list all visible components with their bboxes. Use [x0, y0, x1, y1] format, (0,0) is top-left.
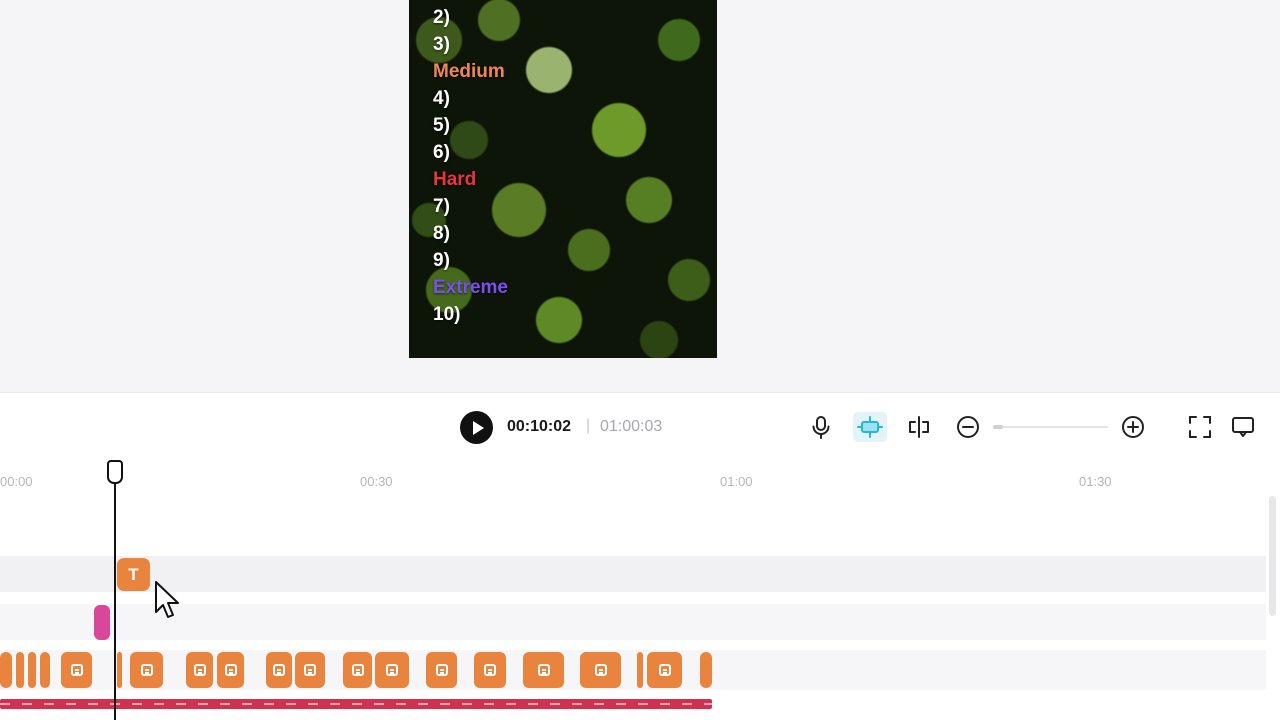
split-icon[interactable]: [906, 414, 932, 440]
zoom-slider[interactable]: [993, 426, 1108, 428]
video-clip[interactable]: [40, 652, 50, 688]
video-clip[interactable]: [647, 652, 682, 688]
list-item: 6): [433, 142, 450, 163]
video-text-overlay: 2) 3) Medium 4) 5) 6) Hard 7) 8) 9) Extr…: [433, 4, 508, 328]
play-button[interactable]: [460, 411, 493, 444]
caption-track-clip[interactable]: [0, 699, 712, 709]
list-item: 4): [433, 88, 450, 109]
video-clip[interactable]: [61, 652, 92, 688]
video-clip[interactable]: [0, 652, 12, 688]
clip-icon: [484, 664, 496, 676]
video-clip[interactable]: [375, 652, 409, 688]
clip-icon: [70, 664, 83, 676]
ruler-label: 00:30: [360, 474, 393, 489]
video-clip[interactable]: [700, 652, 712, 688]
video-clip[interactable]: [343, 652, 372, 688]
scene-detect-icon[interactable]: [853, 412, 887, 442]
time-separator: |: [586, 417, 591, 434]
text-clip[interactable]: T: [117, 558, 150, 591]
text-clip-label: T: [128, 564, 139, 584]
video-clip[interactable]: [426, 652, 457, 688]
text-track[interactable]: [0, 556, 1266, 592]
clip-icon: [304, 664, 316, 676]
audio-clip[interactable]: [94, 605, 110, 640]
video-clip[interactable]: [217, 652, 244, 688]
clip-icon: [386, 664, 398, 676]
list-item: 5): [433, 115, 450, 136]
clip-icon: [351, 664, 364, 676]
video-clip[interactable]: [295, 652, 325, 688]
clip-icon: [435, 664, 448, 676]
total-duration: 01:00:03: [600, 418, 663, 435]
clip-icon: [594, 664, 607, 676]
video-clip[interactable]: [474, 652, 506, 688]
clip-icon: [537, 664, 550, 676]
list-item: 9): [433, 250, 450, 271]
play-icon: [472, 420, 484, 435]
ruler-label: 01:00: [720, 474, 753, 489]
timeline-scrollbar[interactable]: [1269, 496, 1276, 616]
list-item: 8): [433, 223, 450, 244]
clip-icon: [193, 664, 206, 676]
audio-track[interactable]: [0, 604, 1266, 640]
list-item: 2): [433, 7, 450, 28]
list-item: 7): [433, 196, 450, 217]
microphone-icon[interactable]: [808, 414, 834, 440]
clip-icon: [273, 664, 285, 676]
list-item-medium: Medium: [433, 61, 505, 82]
clip-icon: [658, 664, 671, 676]
ruler-label: 01:30: [1079, 474, 1112, 489]
playhead[interactable]: [114, 476, 116, 720]
zoom-slider-knob[interactable]: [993, 425, 1003, 429]
preview-area: 2) 3) Medium 4) 5) 6) Hard 7) 8) 9) Extr…: [0, 0, 1280, 392]
list-item: 10): [433, 304, 461, 325]
video-clip[interactable]: [16, 652, 24, 688]
video-clip[interactable]: [28, 652, 36, 688]
current-time: 00:10:02: [507, 418, 572, 435]
video-clip[interactable]: [637, 652, 643, 688]
ruler-label: 00:00: [0, 474, 33, 489]
video-clip[interactable]: [186, 652, 213, 688]
fullscreen-icon[interactable]: [1187, 414, 1213, 440]
video-clip[interactable]: [117, 652, 122, 688]
list-item-hard: Hard: [433, 169, 477, 190]
clip-icon: [224, 664, 237, 676]
video-clip[interactable]: [523, 652, 564, 688]
list-item: 3): [433, 34, 450, 55]
playback-controls: 00:10:02 | 01:00:03: [0, 392, 1280, 458]
mouse-cursor-icon: [155, 581, 179, 618]
zoom-in-icon[interactable]: [1120, 414, 1146, 440]
video-preview[interactable]: 2) 3) Medium 4) 5) 6) Hard 7) 8) 9) Extr…: [409, 0, 717, 358]
video-clip[interactable]: [580, 652, 621, 688]
playhead-handle[interactable]: [107, 460, 123, 484]
timeline[interactable]: 00:00 00:30 01:00 01:30 T: [0, 458, 1280, 720]
clip-icon: [140, 664, 153, 676]
screen-icon[interactable]: [1230, 414, 1256, 440]
video-clip[interactable]: [266, 652, 292, 688]
video-clip[interactable]: [130, 652, 163, 688]
list-item-extreme: Extreme: [433, 277, 508, 298]
zoom-out-icon[interactable]: [955, 414, 981, 440]
